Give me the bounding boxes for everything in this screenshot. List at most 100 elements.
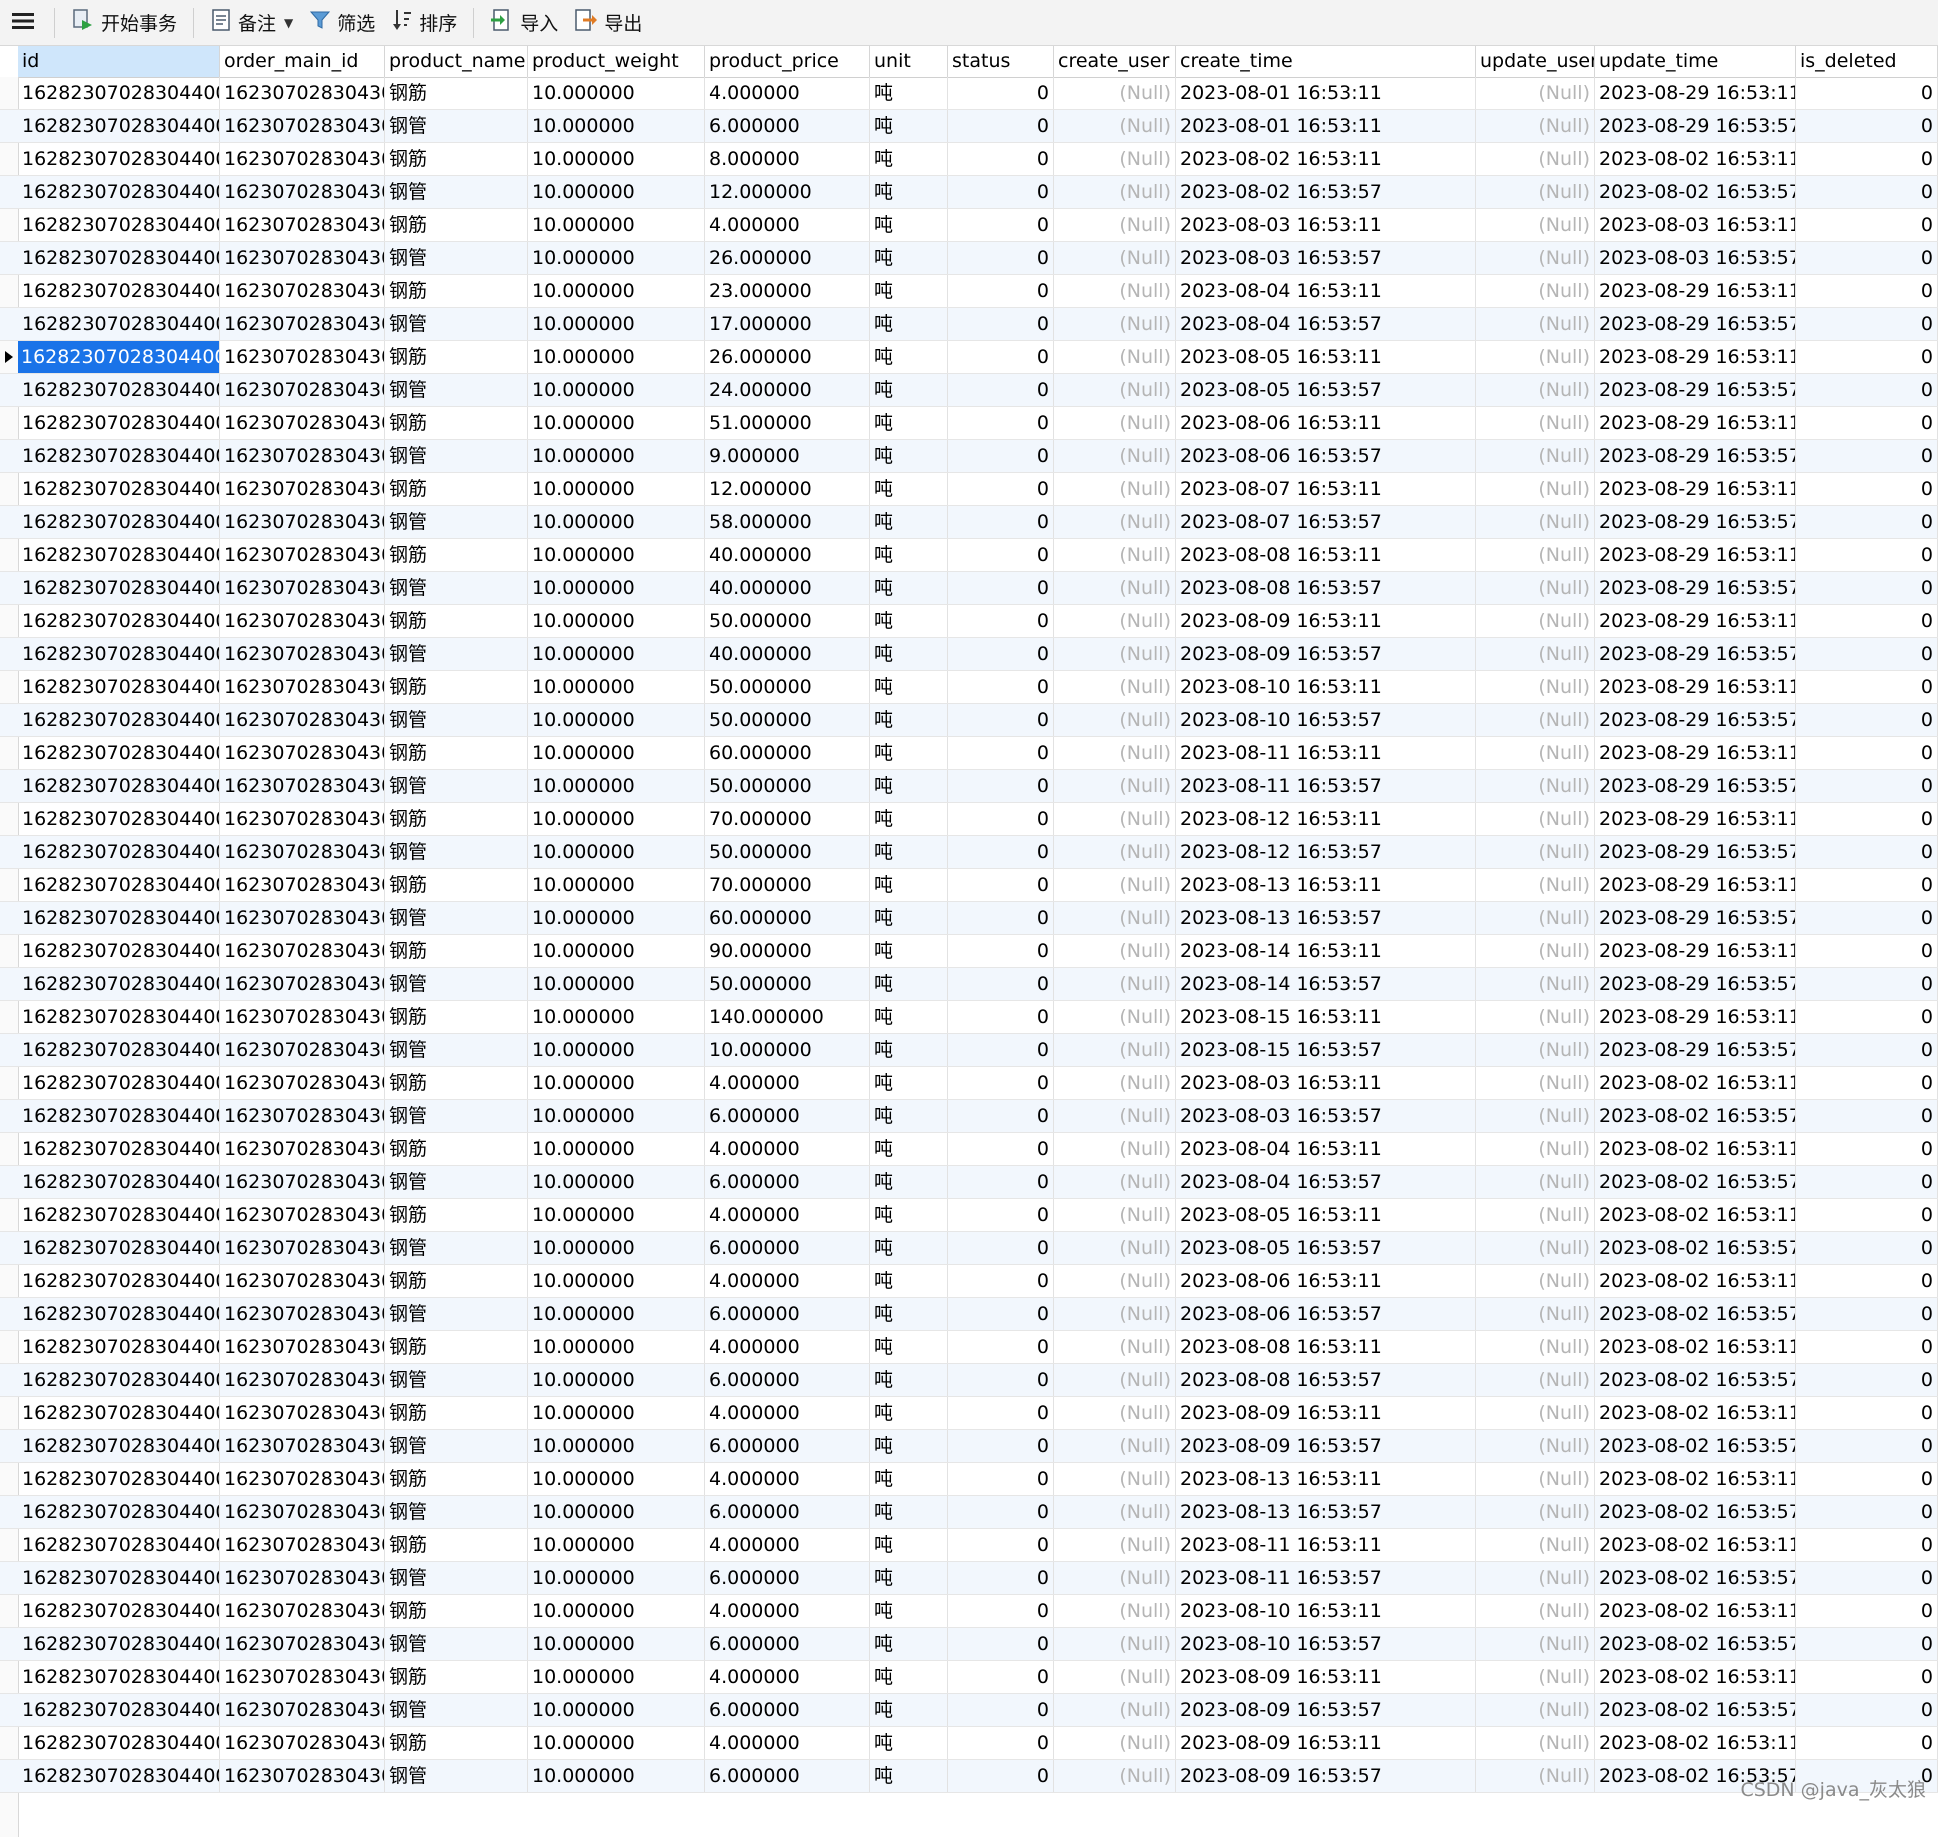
table-row[interactable]: 1628230702830440043162307028304300 22钢筋1… bbox=[0, 1463, 1938, 1496]
cell-is-deleted[interactable]: 0 bbox=[1796, 275, 1938, 307]
cell-id[interactable]: 1628230702830440013 bbox=[18, 473, 220, 505]
cell-status[interactable]: 0 bbox=[948, 1694, 1054, 1726]
cell-product-price[interactable]: 26.000000 bbox=[705, 341, 870, 373]
cell-product-name[interactable]: 钢筋 bbox=[385, 605, 528, 637]
cell-product-name[interactable]: 钢筋 bbox=[385, 1727, 528, 1759]
cell-order-main-id[interactable]: 1623070283043000 9 bbox=[220, 605, 385, 637]
table-row[interactable]: 1628230702830440050162307028304300 25钢管1… bbox=[0, 1694, 1938, 1727]
cell-is-deleted[interactable]: 0 bbox=[1796, 1661, 1938, 1693]
cell-product-weight[interactable]: 10.000000 bbox=[528, 737, 705, 769]
cell-id[interactable]: 1628230702830440043 bbox=[18, 1463, 220, 1495]
cell-create-user[interactable]: (Null) bbox=[1054, 374, 1176, 406]
cell-product-weight[interactable]: 10.000000 bbox=[528, 572, 705, 604]
cell-product-price[interactable]: 23.000000 bbox=[705, 275, 870, 307]
cell-is-deleted[interactable]: 0 bbox=[1796, 341, 1938, 373]
cell-product-price[interactable]: 6.000000 bbox=[705, 1100, 870, 1132]
cell-product-weight[interactable]: 10.000000 bbox=[528, 902, 705, 934]
cell-is-deleted[interactable]: 0 bbox=[1796, 1562, 1938, 1594]
cell-create-user[interactable]: (Null) bbox=[1054, 440, 1176, 472]
cell-unit[interactable]: 吨 bbox=[870, 110, 948, 142]
cell-status[interactable]: 0 bbox=[948, 341, 1054, 373]
cell-unit[interactable]: 吨 bbox=[870, 1034, 948, 1066]
cell-id[interactable]: 1628230702830440039 bbox=[18, 1331, 220, 1363]
cell-id[interactable]: 1628230702830440052 bbox=[18, 1760, 220, 1792]
cell-update-user[interactable]: (Null) bbox=[1476, 770, 1595, 802]
cell-is-deleted[interactable]: 0 bbox=[1796, 869, 1938, 901]
cell-update-user[interactable]: (Null) bbox=[1476, 1529, 1595, 1561]
column-header-order-main-id[interactable]: order_main_id bbox=[220, 46, 385, 77]
cell-update-user[interactable]: (Null) bbox=[1476, 242, 1595, 274]
cell-product-weight[interactable]: 10.000000 bbox=[528, 1166, 705, 1198]
cell-status[interactable]: 0 bbox=[948, 572, 1054, 604]
cell-product-price[interactable]: 4.000000 bbox=[705, 1661, 870, 1693]
cell-id[interactable]: 1628230702830440031 bbox=[18, 1067, 220, 1099]
cell-order-main-id[interactable]: 1623070283043000 8 bbox=[220, 539, 385, 571]
table-row[interactable]: 1628230702830440032162307028304300 16钢管1… bbox=[0, 1100, 1938, 1133]
cell-product-name[interactable]: 钢筋 bbox=[385, 1265, 528, 1297]
cell-create-time[interactable]: 2023-08-12 16:53:57 bbox=[1176, 836, 1476, 868]
cell-product-price[interactable]: 70.000000 bbox=[705, 803, 870, 835]
cell-order-main-id[interactable]: 162307028304300 19 bbox=[220, 1265, 385, 1297]
cell-status[interactable]: 0 bbox=[948, 803, 1054, 835]
cell-id[interactable]: 1628230702830440046 bbox=[18, 1562, 220, 1594]
cell-is-deleted[interactable]: 0 bbox=[1796, 143, 1938, 175]
cell-create-time[interactable]: 2023-08-10 16:53:57 bbox=[1176, 704, 1476, 736]
cell-create-user[interactable]: (Null) bbox=[1054, 1463, 1176, 1495]
cell-update-user[interactable]: (Null) bbox=[1476, 902, 1595, 934]
table-row[interactable]: 1628230702830440046162307028304300 23钢管1… bbox=[0, 1562, 1938, 1595]
cell-is-deleted[interactable]: 0 bbox=[1796, 1331, 1938, 1363]
cell-update-user[interactable]: (Null) bbox=[1476, 1694, 1595, 1726]
cell-create-user[interactable]: (Null) bbox=[1054, 209, 1176, 241]
cell-id[interactable]: 1628230702830440022 bbox=[18, 770, 220, 802]
cell-product-weight[interactable]: 10.000000 bbox=[528, 1595, 705, 1627]
cell-status[interactable]: 0 bbox=[948, 1265, 1054, 1297]
cell-product-name[interactable]: 钢筋 bbox=[385, 737, 528, 769]
cell-product-price[interactable]: 12.000000 bbox=[705, 176, 870, 208]
cell-update-user[interactable]: (Null) bbox=[1476, 440, 1595, 472]
cell-create-time[interactable]: 2023-08-15 16:53:57 bbox=[1176, 1034, 1476, 1066]
cell-product-weight[interactable]: 10.000000 bbox=[528, 671, 705, 703]
cell-order-main-id[interactable]: 162307028304300 25 bbox=[220, 1694, 385, 1726]
cell-update-user[interactable]: (Null) bbox=[1476, 1067, 1595, 1099]
cell-create-time[interactable]: 2023-08-14 16:53:57 bbox=[1176, 968, 1476, 1000]
cell-update-user[interactable]: (Null) bbox=[1476, 605, 1595, 637]
cell-create-user[interactable]: (Null) bbox=[1054, 1232, 1176, 1264]
cell-product-name[interactable]: 钢管 bbox=[385, 902, 528, 934]
cell-is-deleted[interactable]: 0 bbox=[1796, 803, 1938, 835]
cell-unit[interactable]: 吨 bbox=[870, 1265, 948, 1297]
cell-product-price[interactable]: 6.000000 bbox=[705, 1364, 870, 1396]
cell-product-name[interactable]: 钢管 bbox=[385, 1694, 528, 1726]
table-row[interactable]: 16282307028304400121623070283043000 6钢管1… bbox=[0, 440, 1938, 473]
cell-create-time[interactable]: 2023-08-10 16:53:11 bbox=[1176, 1595, 1476, 1627]
cell-order-main-id[interactable]: 1623070283043000 6 bbox=[220, 440, 385, 472]
cell-is-deleted[interactable]: 0 bbox=[1796, 242, 1938, 274]
table-row[interactable]: 1628230702830440026162307028304300 13钢管1… bbox=[0, 902, 1938, 935]
cell-create-user[interactable]: (Null) bbox=[1054, 1166, 1176, 1198]
cell-update-user[interactable]: (Null) bbox=[1476, 1001, 1595, 1033]
cell-unit[interactable]: 吨 bbox=[870, 605, 948, 637]
cell-update-time[interactable]: 2023-08-02 16:53:11 bbox=[1595, 1199, 1796, 1231]
cell-id[interactable]: 1628230702830440012 bbox=[18, 440, 220, 472]
cell-id[interactable]: 1628230702830440016 bbox=[18, 572, 220, 604]
cell-is-deleted[interactable]: 0 bbox=[1796, 1694, 1938, 1726]
cell-unit[interactable]: 吨 bbox=[870, 1232, 948, 1264]
column-header-product-price[interactable]: product_price bbox=[705, 46, 870, 77]
cell-update-user[interactable]: (Null) bbox=[1476, 473, 1595, 505]
cell-product-name[interactable]: 钢管 bbox=[385, 836, 528, 868]
cell-update-time[interactable]: 2023-08-02 16:53:57 bbox=[1595, 1562, 1796, 1594]
cell-product-name[interactable]: 钢筋 bbox=[385, 407, 528, 439]
cell-create-time[interactable]: 2023-08-09 16:53:11 bbox=[1176, 1661, 1476, 1693]
cell-product-weight[interactable]: 10.000000 bbox=[528, 473, 705, 505]
cell-update-time[interactable]: 2023-08-03 16:53:57 bbox=[1595, 242, 1796, 274]
cell-product-name[interactable]: 钢筋 bbox=[385, 275, 528, 307]
cell-is-deleted[interactable]: 0 bbox=[1796, 704, 1938, 736]
cell-status[interactable]: 0 bbox=[948, 737, 1054, 769]
cell-status[interactable]: 0 bbox=[948, 275, 1054, 307]
cell-update-time[interactable]: 2023-08-29 16:53:11 bbox=[1595, 407, 1796, 439]
cell-is-deleted[interactable]: 0 bbox=[1796, 1430, 1938, 1462]
cell-order-main-id[interactable]: 162307028304300 14 bbox=[220, 968, 385, 1000]
cell-unit[interactable]: 吨 bbox=[870, 1496, 948, 1528]
cell-product-weight[interactable]: 10.000000 bbox=[528, 1034, 705, 1066]
cell-update-time[interactable]: 2023-08-02 16:53:57 bbox=[1595, 1430, 1796, 1462]
table-row[interactable]: 1628230702830440047162307028304300 24钢筋1… bbox=[0, 1595, 1938, 1628]
